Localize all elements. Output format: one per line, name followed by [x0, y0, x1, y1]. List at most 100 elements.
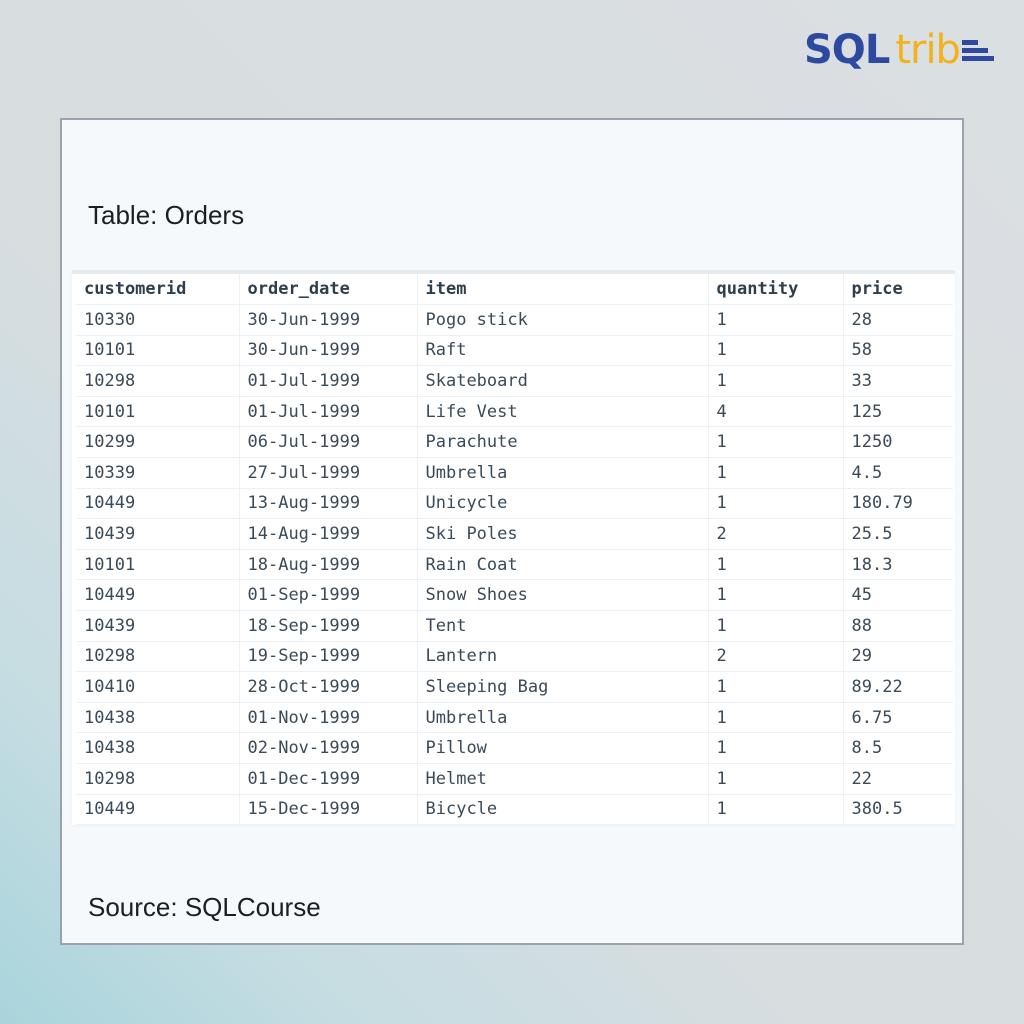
table-row: 10298 01-Jul-1999 Skateboard 1 33 — [76, 365, 953, 397]
table-title: Table: Orders — [88, 200, 245, 230]
table-body: 10330 30-Jun-1999 Pogo stick 1 28 10101 30-Jun… — [76, 304, 953, 826]
cell-quantity: 1 — [708, 365, 844, 397]
cell-price: 18.3 — [843, 549, 953, 581]
column-header-quantity: quantity — [708, 274, 844, 306]
cell-order-date: 30-Jun-1999 — [239, 304, 418, 336]
cell-customerid: 10449 — [76, 488, 240, 520]
cell-customerid: 10439 — [76, 610, 240, 642]
cell-price: 25.5 — [843, 518, 953, 550]
cell-quantity: 1 — [708, 304, 844, 336]
cell-customerid: 10101 — [76, 335, 240, 367]
cell-price: 58 — [843, 335, 953, 367]
cell-item: Umbrella — [417, 457, 709, 489]
cell-customerid: 10298 — [76, 763, 240, 795]
cell-item: Helmet — [417, 763, 709, 795]
cell-price: 4.5 — [843, 457, 953, 489]
table-row: 10438 02-Nov-1999 Pillow 1 8.5 — [76, 732, 953, 764]
table-row: 10299 06-Jul-1999 Parachute 1 1250 — [76, 426, 953, 459]
cell-item: Parachute — [417, 426, 709, 459]
cell-quantity: 4 — [708, 396, 844, 428]
table-row: 10449 01-Sep-1999 Snow Shoes 1 45 — [76, 579, 953, 612]
cell-quantity: 1 — [708, 763, 844, 795]
cell-quantity: 1 — [708, 426, 844, 459]
table-row: 10438 01-Nov-1999 Umbrella 1 6.75 — [76, 702, 953, 734]
cell-customerid: 10449 — [76, 794, 240, 826]
cell-item: Pillow — [417, 732, 709, 764]
cell-item: Rain Coat — [417, 549, 709, 581]
source-note: Source: SQLCourse — [88, 892, 321, 922]
table-row: 10298 19-Sep-1999 Lantern 2 29 — [76, 641, 953, 673]
orders-table-container: customerid order_date item quantity price 10… — [72, 270, 955, 826]
cell-customerid: 10339 — [76, 457, 240, 489]
cell-item: Snow Shoes — [417, 579, 709, 612]
cell-order-date: 01-Dec-1999 — [239, 763, 418, 795]
cell-item: Pogo stick — [417, 304, 709, 336]
orders-table: customerid order_date item quantity price 10… — [76, 274, 953, 826]
cell-order-date: 15-Dec-1999 — [239, 794, 418, 826]
cell-item: Bicycle — [417, 794, 709, 826]
cell-item: Sleeping Bag — [417, 671, 709, 703]
logo-bars-icon — [961, 39, 994, 61]
cell-price: 6.75 — [843, 702, 953, 734]
cell-item: Umbrella — [417, 702, 709, 734]
cell-customerid: 10438 — [76, 732, 240, 764]
cell-order-date: 13-Aug-1999 — [239, 488, 418, 520]
cell-price: 380.5 — [843, 794, 953, 826]
cell-item: Ski Poles — [417, 518, 709, 550]
table-row: 10339 27-Jul-1999 Umbrella 1 4.5 — [76, 457, 953, 489]
cell-price: 88 — [843, 610, 953, 642]
table-row: 10449 15-Dec-1999 Bicycle 1 380.5 — [76, 794, 953, 826]
cell-quantity: 1 — [708, 579, 844, 612]
cell-quantity: 1 — [708, 549, 844, 581]
table-row: 10101 01-Jul-1999 Life Vest 4 125 — [76, 396, 953, 428]
cell-order-date: 18-Sep-1999 — [239, 610, 418, 642]
table-row: 10330 30-Jun-1999 Pogo stick 1 28 — [76, 304, 953, 336]
table-row: 10298 01-Dec-1999 Helmet 1 22 — [76, 763, 953, 795]
cell-customerid: 10410 — [76, 671, 240, 703]
column-header-order-date: order_date — [239, 274, 418, 306]
cell-item: Tent — [417, 610, 709, 642]
cell-quantity: 1 — [708, 671, 844, 703]
table-row: 10101 18-Aug-1999 Rain Coat 1 18.3 — [76, 549, 953, 581]
cell-order-date: 19-Sep-1999 — [239, 641, 418, 673]
column-header-item: item — [417, 274, 709, 306]
cell-item: Raft — [417, 335, 709, 367]
table-row: 10439 14-Aug-1999 Ski Poles 2 25.5 — [76, 518, 953, 550]
cell-customerid: 10298 — [76, 641, 240, 673]
table-row: 10410 28-Oct-1999 Sleeping Bag 1 89.22 — [76, 671, 953, 703]
cell-quantity: 1 — [708, 335, 844, 367]
cell-order-date: 28-Oct-1999 — [239, 671, 418, 703]
cell-price: 22 — [843, 763, 953, 795]
cell-item: Unicycle — [417, 488, 709, 520]
cell-order-date: 14-Aug-1999 — [239, 518, 418, 550]
cell-order-date: 30-Jun-1999 — [239, 335, 418, 367]
cell-quantity: 2 — [708, 641, 844, 673]
cell-quantity: 1 — [708, 488, 844, 520]
cell-order-date: 18-Aug-1999 — [239, 549, 418, 581]
cell-customerid: 10299 — [76, 426, 240, 459]
cell-quantity: 1 — [708, 794, 844, 826]
column-header-customerid: customerid — [76, 274, 240, 306]
cell-price: 1250 — [843, 426, 953, 459]
cell-customerid: 10298 — [76, 365, 240, 397]
table-row: 10449 13-Aug-1999 Unicycle 1 180.79 — [76, 488, 953, 520]
cell-price: 8.5 — [843, 732, 953, 764]
cell-quantity: 1 — [708, 702, 844, 734]
cell-quantity: 1 — [708, 457, 844, 489]
logo-sql-text: SQL — [804, 27, 890, 73]
cell-order-date: 01-Nov-1999 — [239, 702, 418, 734]
cell-price: 180.79 — [843, 488, 953, 520]
table-row: 10101 30-Jun-1999 Raft 1 58 — [76, 335, 953, 367]
cell-item: Skateboard — [417, 365, 709, 397]
cell-quantity: 1 — [708, 732, 844, 764]
brand-logo: SQL trib — [804, 26, 994, 74]
cell-customerid: 10101 — [76, 396, 240, 428]
cell-customerid: 10449 — [76, 579, 240, 612]
cell-order-date: 02-Nov-1999 — [239, 732, 418, 764]
cell-customerid: 10101 — [76, 549, 240, 581]
cell-item: Life Vest — [417, 396, 709, 428]
cell-price: 29 — [843, 641, 953, 673]
cell-price: 45 — [843, 579, 953, 612]
column-header-price: price — [843, 274, 953, 306]
cell-price: 28 — [843, 304, 953, 336]
